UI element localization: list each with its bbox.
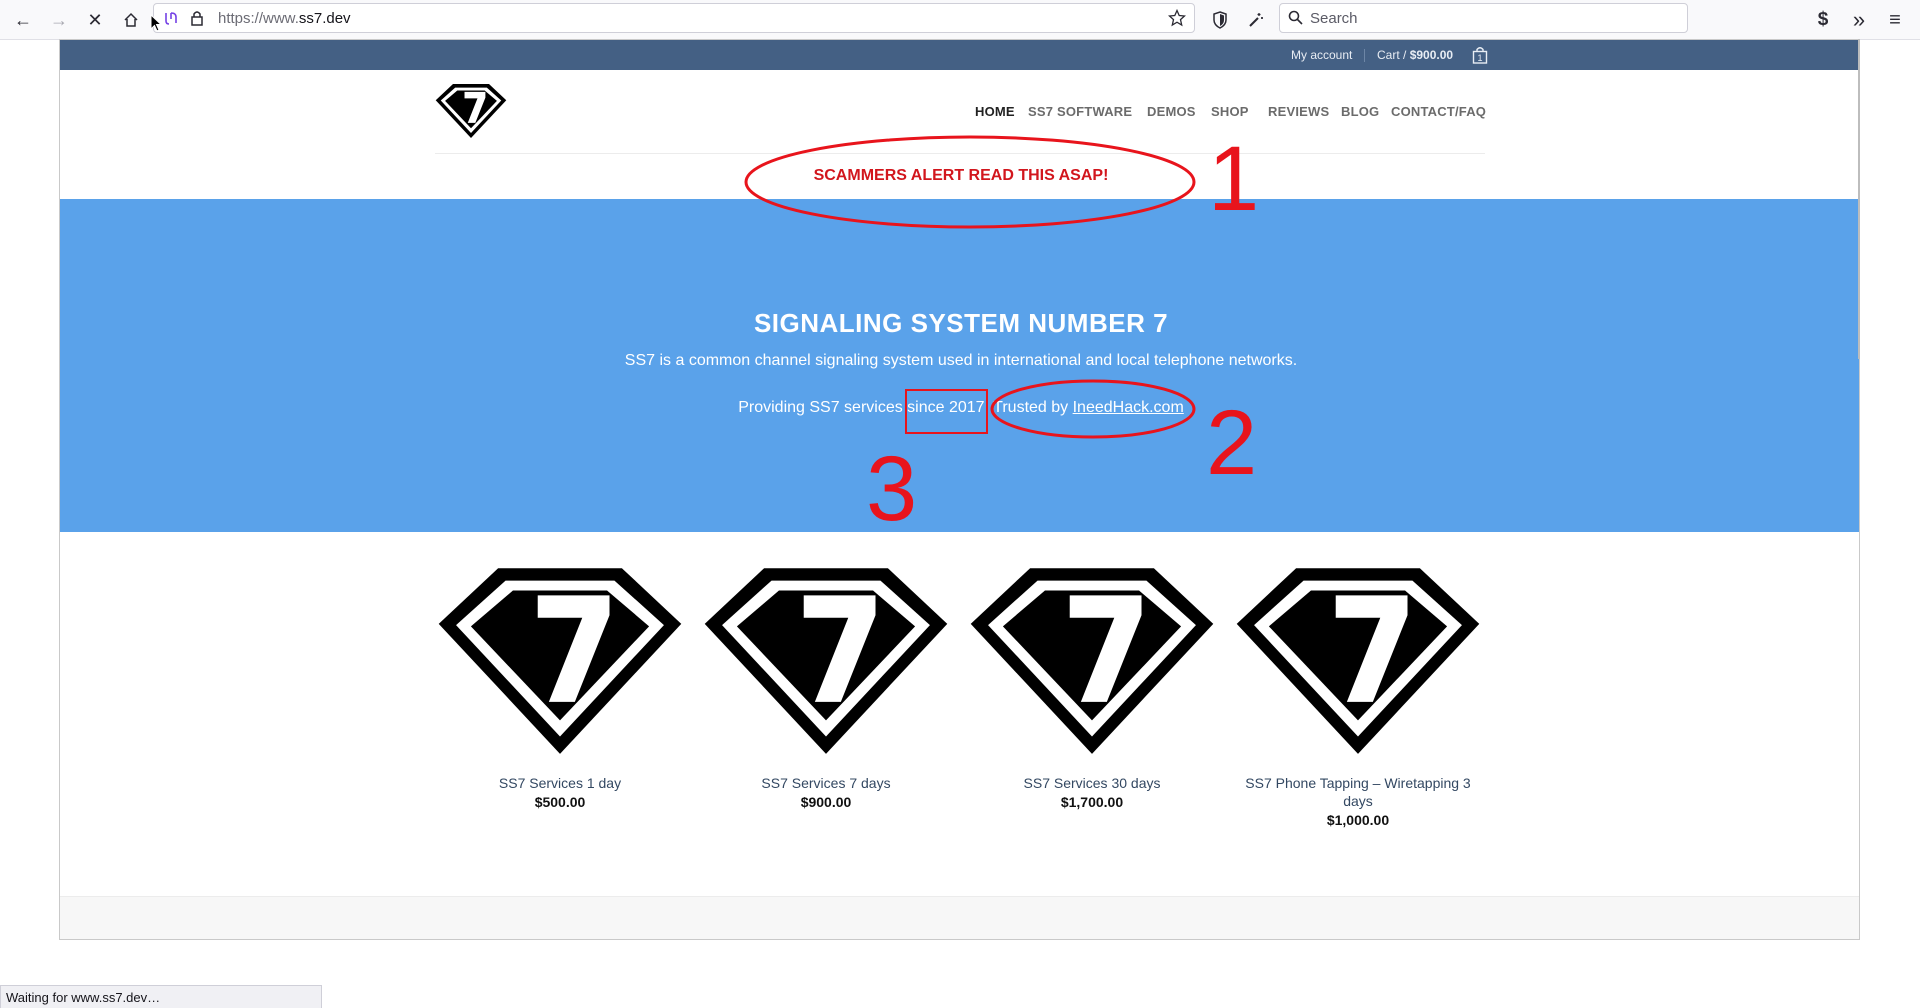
url-text[interactable]: https://www.ss7.dev (218, 10, 351, 27)
search-icon (1288, 10, 1303, 30)
stop-loading-icon[interactable]: ✕ (81, 6, 109, 34)
hero-tagline: Providing SS7 services since 2017. Trust… (738, 399, 1184, 416)
product-logo-image[interactable] (1234, 562, 1482, 760)
nav-blog[interactable]: BLOG (1341, 104, 1379, 119)
search-placeholder: Search (1310, 10, 1358, 27)
product-logo-image[interactable] (968, 562, 1216, 760)
cart-link[interactable]: Cart / $900.00 (1377, 48, 1453, 62)
lock-icon[interactable] (190, 9, 204, 32)
nav-reviews[interactable]: REVIEWS (1268, 104, 1329, 119)
menu-icon[interactable]: ≡ (1881, 6, 1909, 34)
product-name[interactable]: SS7 Services 7 days (701, 774, 951, 792)
product-card[interactable]: SS7 Services 1 day $500.00 (435, 562, 685, 810)
product-name[interactable]: SS7 Services 1 day (435, 774, 685, 792)
hero-description: SS7 is a common channel signaling system… (624, 352, 1298, 369)
site-logo[interactable] (435, 82, 507, 145)
product-name[interactable]: SS7 Phone Tapping – Wiretapping 3 days (1233, 774, 1483, 810)
web-page: My account Cart / $900.00 1 HOME SS7 SOF… (59, 39, 1860, 940)
shield-icon[interactable] (1206, 6, 1234, 34)
product-card[interactable]: SS7 Services 7 days $900.00 (701, 562, 951, 810)
back-icon[interactable]: ← (9, 6, 37, 34)
tracking-icon[interactable] (163, 10, 179, 31)
scammers-alert-link[interactable]: SCAMMERS ALERT READ THIS ASAP! (60, 167, 1859, 185)
my-account-link[interactable]: My account (1291, 48, 1352, 62)
mouse-cursor-icon (150, 14, 162, 32)
product-logo-image[interactable] (436, 562, 684, 760)
product-price: $1,000.00 (1326, 812, 1390, 828)
browser-toolbar: ← → ✕ https://www.ss7.dev Search $ » ≡ (0, 0, 1920, 40)
home-icon[interactable] (117, 6, 145, 34)
cart-count: 1 (1477, 53, 1482, 63)
product-card[interactable]: SS7 Services 30 days $1,700.00 (967, 562, 1217, 810)
header-divider (435, 153, 1485, 154)
overflow-chevron-icon[interactable]: » (1845, 6, 1873, 34)
nav-home[interactable]: HOME (975, 104, 1015, 119)
nav-demos[interactable]: DEMOS (1147, 104, 1196, 119)
product-price: $1,700.00 (1060, 794, 1124, 810)
top-bar: My account Cart / $900.00 1 (60, 40, 1859, 70)
forward-icon[interactable]: → (45, 6, 73, 34)
nav-shop[interactable]: SHOP (1211, 104, 1249, 119)
extensions-wand-icon[interactable] (1242, 6, 1270, 34)
product-price: $500.00 (534, 794, 586, 810)
hero-title: SIGNALING SYSTEM NUMBER 7 (753, 308, 1169, 338)
product-logo-image[interactable] (702, 562, 950, 760)
dollar-extension-icon[interactable]: $ (1809, 6, 1837, 34)
status-bar: Waiting for www.ss7.dev… (0, 985, 322, 1008)
bookmark-star-icon[interactable] (1167, 8, 1187, 32)
product-price: $900.00 (800, 794, 852, 810)
topbar-divider (1364, 49, 1365, 62)
search-bar[interactable]: Search (1279, 3, 1688, 33)
footer-strip (60, 896, 1859, 939)
nav-contact-faq[interactable]: CONTACT/FAQ (1391, 104, 1486, 119)
nav-ss7-software[interactable]: SS7 SOFTWARE (1028, 104, 1132, 119)
product-name[interactable]: SS7 Services 30 days (967, 774, 1217, 792)
ineedhack-link[interactable]: IneedHack.com (1073, 399, 1184, 416)
cart-bag-icon[interactable]: 1 (1472, 46, 1488, 64)
url-bar[interactable]: https://www.ss7.dev (153, 3, 1195, 33)
page-scrollbar[interactable] (1858, 39, 1860, 359)
product-card[interactable]: SS7 Phone Tapping – Wiretapping 3 days $… (1233, 562, 1483, 828)
